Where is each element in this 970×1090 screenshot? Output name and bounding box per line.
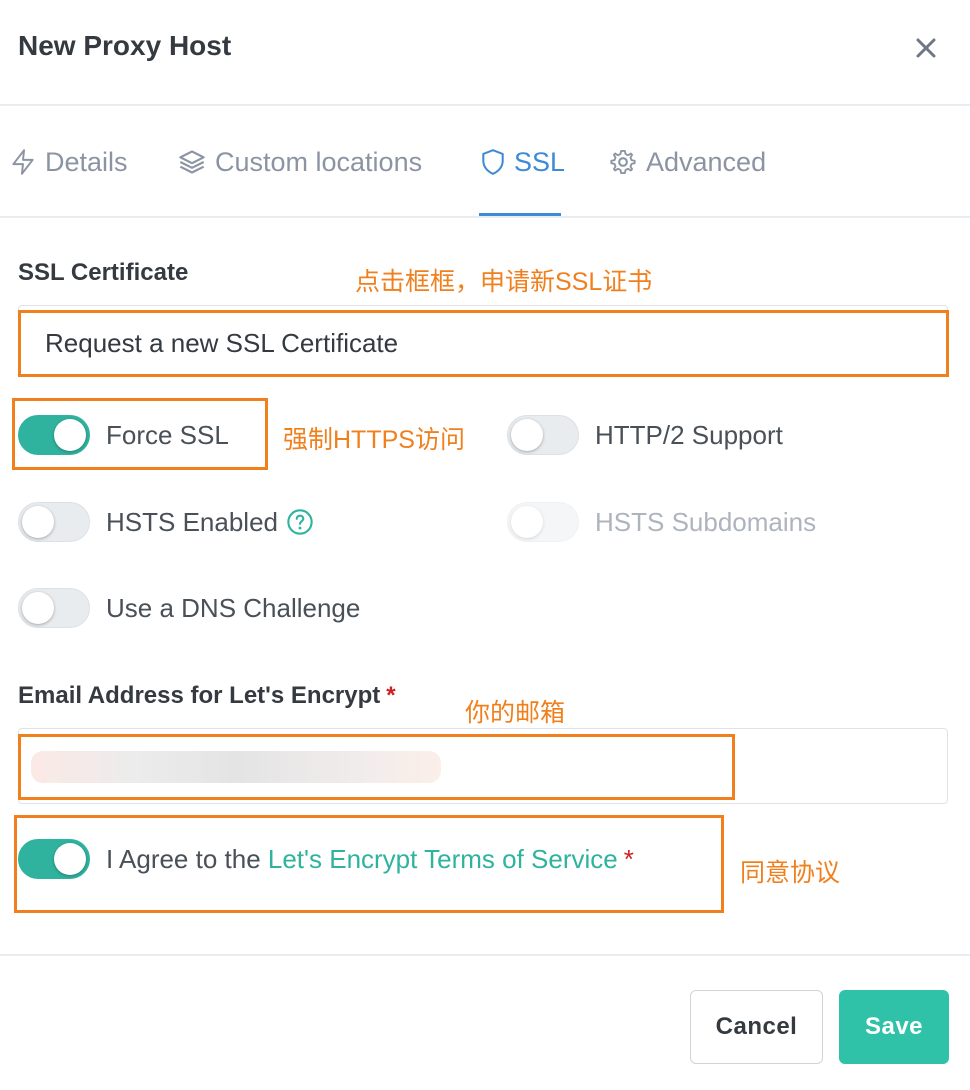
http2-support-switch[interactable] bbox=[507, 415, 579, 455]
annotation-email: 你的邮箱 bbox=[465, 699, 566, 727]
annotation-box-agree bbox=[14, 815, 724, 913]
modal-footer: Cancel Save bbox=[0, 954, 970, 1090]
email-label: Email Address for Let's Encrypt * bbox=[18, 682, 396, 710]
tab-label: Details bbox=[45, 146, 128, 177]
annotation-box-email bbox=[18, 734, 735, 800]
http2-support-label: HTTP/2 Support bbox=[595, 419, 783, 450]
ssl-certificate-label: SSL Certificate bbox=[18, 259, 189, 286]
hsts-subdomains-label: HSTS Subdomains bbox=[595, 506, 817, 537]
annotation-box-certificate bbox=[18, 310, 949, 377]
annotation-agree: 同意协议 bbox=[740, 859, 841, 887]
switch-knob bbox=[22, 592, 54, 624]
shield-icon bbox=[482, 149, 504, 175]
tab-label: Custom locations bbox=[215, 146, 423, 177]
hsts-enabled-switch[interactable] bbox=[18, 502, 90, 542]
hsts-subdomains-toggle: HSTS Subdomains bbox=[507, 501, 816, 543]
switch-knob bbox=[22, 506, 54, 538]
required-mark: * bbox=[386, 682, 396, 709]
http2-support-toggle[interactable]: HTTP/2 Support bbox=[507, 414, 783, 456]
tab-ssl[interactable]: SSL bbox=[481, 144, 565, 180]
hsts-enabled-toggle[interactable]: HSTS Enabled bbox=[18, 501, 314, 543]
switch-knob bbox=[511, 506, 543, 538]
help-icon[interactable] bbox=[286, 508, 314, 536]
tab-custom-locations[interactable]: Custom locations bbox=[178, 144, 422, 180]
cancel-button[interactable]: Cancel bbox=[690, 990, 823, 1064]
dns-challenge-label: Use a DNS Challenge bbox=[106, 592, 361, 623]
annotation-box-force-ssl bbox=[12, 398, 268, 470]
tab-label: Advanced bbox=[646, 146, 767, 177]
tab-advanced[interactable]: Advanced bbox=[609, 144, 766, 180]
gear-icon bbox=[610, 149, 636, 175]
tab-details[interactable]: Details bbox=[10, 144, 128, 180]
email-label-text: Email Address for Let's Encrypt bbox=[18, 682, 381, 709]
annotation-force-ssl: 强制HTTPS访问 bbox=[283, 426, 465, 454]
save-button[interactable]: Save bbox=[839, 990, 949, 1064]
active-tab-indicator bbox=[479, 213, 561, 216]
modal-title: New Proxy Host bbox=[18, 30, 232, 61]
close-button[interactable] bbox=[906, 28, 946, 68]
annotation-certificate: 点击框框，申请新SSL证书 bbox=[355, 268, 653, 296]
dns-challenge-switch[interactable] bbox=[18, 588, 90, 628]
modal-header: New Proxy Host bbox=[0, 0, 970, 106]
lightning-icon bbox=[12, 149, 34, 175]
hsts-subdomains-switch bbox=[507, 502, 579, 542]
switch-knob bbox=[511, 419, 543, 451]
close-icon bbox=[916, 38, 936, 58]
hsts-enabled-label: HSTS Enabled bbox=[106, 506, 278, 537]
dns-challenge-toggle[interactable]: Use a DNS Challenge bbox=[18, 587, 360, 629]
layers-icon bbox=[179, 150, 205, 174]
tab-bar: Details Custom locations SSL Advanced bbox=[0, 106, 970, 218]
tab-label: SSL bbox=[514, 146, 566, 177]
